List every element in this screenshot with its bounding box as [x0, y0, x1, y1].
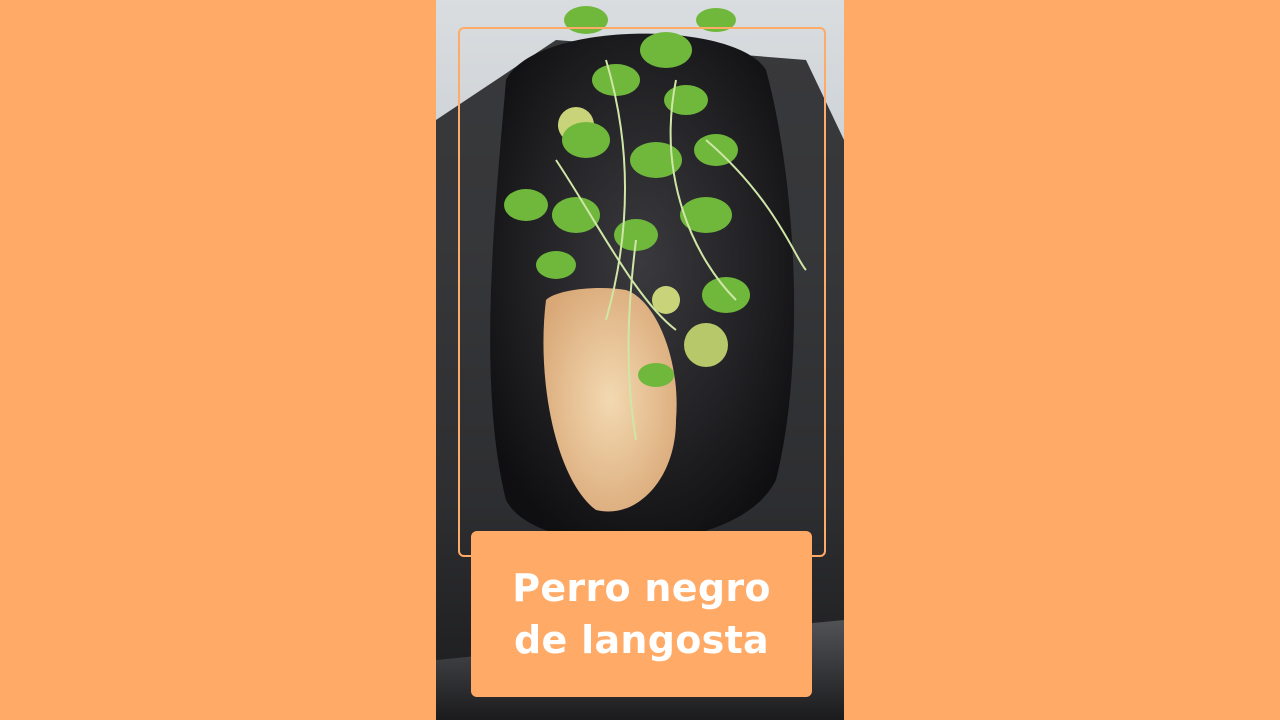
left-background-panel [0, 0, 436, 720]
caption-box: Perro negro de langosta [471, 531, 812, 697]
caption-line-1: Perro negro [512, 566, 771, 610]
photo-frame-border [458, 27, 826, 557]
right-background-panel [844, 0, 1280, 720]
caption-line-2: de langosta [514, 618, 769, 662]
